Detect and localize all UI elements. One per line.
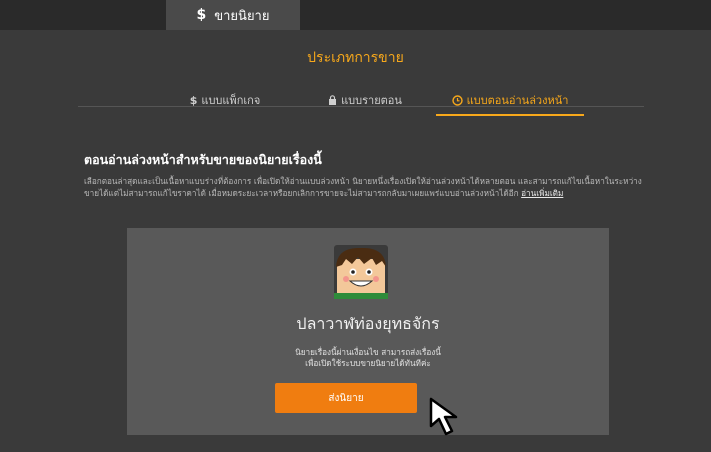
tab-package-label: แบบแพ็กเกจ <box>201 94 261 107</box>
lock-icon <box>329 95 337 105</box>
tab-per-episode-label: แบบรายตอน <box>341 94 402 107</box>
section-title: ประเภทการขาย <box>307 50 404 66</box>
clock-icon <box>451 94 463 106</box>
top-bar: $ ขายนิยาย <box>0 0 711 30</box>
mouse-pointer-icon <box>429 397 458 436</box>
avatar <box>334 245 388 299</box>
tab-early-access[interactable]: แบบตอนอ่านล่วงหน้า <box>436 86 584 116</box>
page-heading: ตอนอ่านล่วงหน้าสำหรับขายของนิยายเรื่องนี… <box>84 152 322 167</box>
novel-card: ปลาวาฬท่องยุทธจักร นิยายเรื่องนี้ผ่านเงื… <box>127 228 609 435</box>
submit-novel-button[interactable]: ส่งนิยาย <box>275 383 417 413</box>
novel-title: ปลาวาฬท่องยุทธจักร <box>296 314 440 333</box>
sale-type-tabs: $ แบบแพ็กเกจ แบบรายตอน แบบตอนอ่านล่วงหน้… <box>160 86 584 116</box>
eligibility-note-line1: นิยายเรื่องนี้ผ่านเงื่อนไข สามารถส่งเรื่… <box>295 347 441 357</box>
dollar-icon: $ <box>196 7 207 23</box>
sell-novel-tab-label: ขายนิยาย <box>214 8 270 24</box>
tab-package[interactable]: $ แบบแพ็กเกจ <box>160 86 290 114</box>
read-more-link[interactable]: อ่านเพิ่มเติม <box>521 188 563 198</box>
tab-per-episode[interactable]: แบบรายตอน <box>300 86 430 114</box>
tab-early-access-label: แบบตอนอ่านล่วงหน้า <box>466 94 569 107</box>
dollar-icon: $ <box>189 93 198 107</box>
sell-novel-tab[interactable]: $ ขายนิยาย <box>166 0 300 30</box>
description: เลือกตอนล่าสุดและเป็นเนื้อหาแบบร่างที่ต้… <box>84 175 644 199</box>
eligibility-note-line2: เพื่อเปิดใช้ระบบขายนิยายได้ทันทีค่ะ <box>305 358 431 368</box>
eligibility-note: นิยายเรื่องนี้ผ่านเงื่อนไข สามารถส่งเรื่… <box>127 347 609 369</box>
